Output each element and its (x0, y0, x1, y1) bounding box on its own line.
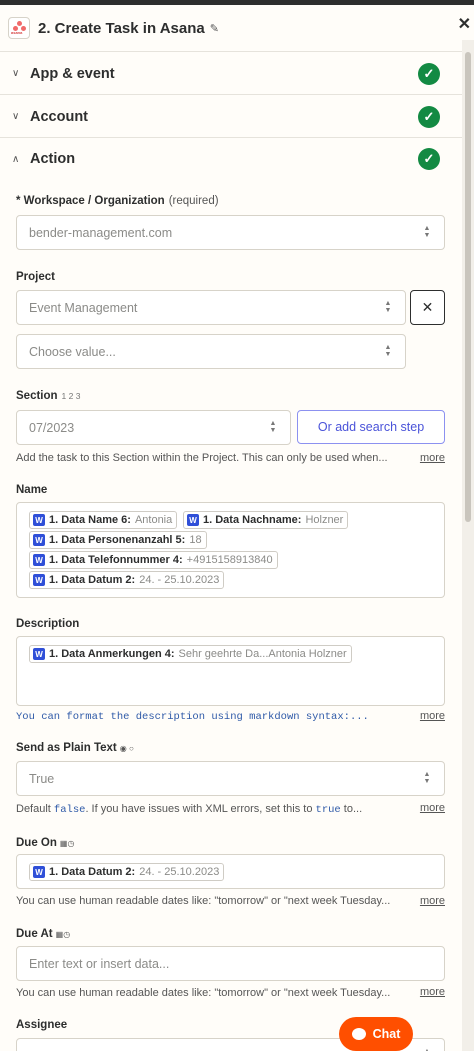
due-on-label: Due On ▦◷ (16, 837, 75, 849)
due-on-field[interactable]: W 1. Data Datum 2: 24. - 25.10.2023 (16, 854, 445, 889)
calendar-clock-icon: ▦◷ (55, 930, 71, 939)
clear-project-button[interactable]: ✕ (410, 290, 445, 325)
updown-icon: ▲▼ (384, 300, 392, 314)
section-more-link[interactable]: more (420, 452, 445, 464)
plain-text-select[interactable]: True ▲ ▼ (16, 761, 445, 796)
updown-icon: ▲▼ (423, 771, 431, 785)
project-label: Project (16, 271, 55, 283)
plain-text-label: Send as Plain Text ◉ ○ (16, 742, 134, 754)
updown-icon: ▲▼ (423, 225, 431, 239)
name-label: Name (16, 484, 48, 496)
asana-logo: asana (8, 17, 30, 39)
description-label: Description (16, 618, 80, 630)
project-value-select[interactable]: Choose value... ▲ ▼ (16, 334, 406, 369)
description-more-link[interactable]: more (420, 710, 445, 722)
assignee-label: Assignee (16, 1019, 68, 1031)
data-pill[interactable]: W 1. Data Name 6: Antonia (29, 511, 178, 529)
chat-button[interactable]: Chat (339, 1017, 413, 1051)
updown-icon: ▲▼ (269, 420, 277, 434)
data-pill[interactable]: W 1. Data Telefonnummer 4: +4915158913840 (29, 551, 278, 569)
updown-icon: ▲▼ (384, 344, 392, 358)
due-at-input[interactable]: Enter text or insert data... (16, 946, 445, 981)
section-label: Section 1 2 3 (16, 390, 81, 402)
radio-icon: ◉ ○ (119, 744, 134, 753)
data-pill[interactable]: W 1. Data Datum 2: 24. - 25.10.2023 (29, 863, 225, 881)
due-at-more-link[interactable]: more (420, 986, 445, 998)
data-pill[interactable]: W 1. Data Nachname: Holzner (183, 511, 349, 529)
due-on-more-link[interactable]: more (420, 895, 445, 907)
due-at-help-text: You can use human readable dates like: "… (16, 987, 391, 999)
workspace-select[interactable]: bender-management.com ▲ ▼ (16, 215, 445, 250)
check-circle-icon: ✓ (418, 148, 440, 170)
chat-bubble-icon (351, 1028, 366, 1040)
plain-text-help-text: Default false. If you have issues with X… (16, 803, 363, 816)
step-title: 2. Create Task in Asana (38, 19, 205, 37)
name-field[interactable]: W 1. Data Name 6: Antonia W 1. Data Nachnam… (16, 502, 445, 598)
check-circle-icon: ✓ (418, 62, 440, 85)
data-pill[interactable]: W 1. Data Anmerkungen 4: Sehr geehrte Da..… (29, 645, 352, 663)
description-help-text: You can format the description using mar… (16, 711, 369, 723)
scrollbar[interactable] (462, 40, 474, 1051)
step-header: asana 2. Create Task in Asana ✎ (0, 5, 462, 52)
data-pill[interactable]: W 1. Data Datum 2: 24. - 25.10.2023 (29, 571, 225, 589)
calendar-clock-icon: ▦◷ (59, 839, 75, 848)
section-app-event[interactable]: ∨ App & event ✓ (0, 53, 462, 95)
plain-text-more-link[interactable]: more (420, 802, 445, 814)
chevron-down-icon: ∨ (12, 68, 20, 79)
add-search-step-button[interactable]: Or add search step (297, 410, 445, 444)
project-select[interactable]: Event Management ▲ ▼ (16, 290, 406, 325)
chevron-down-icon: ∨ (12, 111, 20, 122)
close-icon[interactable]: ✕ (458, 14, 471, 34)
workspace-label: * Workspace / Organization (required) (16, 195, 219, 207)
description-field[interactable]: W 1. Data Anmerkungen 4: Sehr geehrte Da..… (16, 636, 445, 706)
scrollbar-thumb[interactable] (465, 52, 471, 522)
section-help-text: Add the task to this Section within the … (16, 452, 388, 464)
check-circle-icon: ✓ (418, 105, 440, 128)
section-select[interactable]: 07/2023 ▲ ▼ (16, 410, 291, 445)
data-pill[interactable]: W 1. Data Personenanzahl 5: 18 (29, 531, 207, 549)
edit-pencil-icon[interactable]: ✎ (210, 22, 219, 35)
due-at-label: Due At ▦◷ (16, 928, 71, 940)
section-account[interactable]: ∨ Account ✓ (0, 96, 462, 138)
due-on-help-text: You can use human readable dates like: "… (16, 895, 391, 907)
section-action[interactable]: ∧ Action ✓ (0, 138, 462, 180)
chevron-up-icon: ∧ (12, 153, 20, 165)
